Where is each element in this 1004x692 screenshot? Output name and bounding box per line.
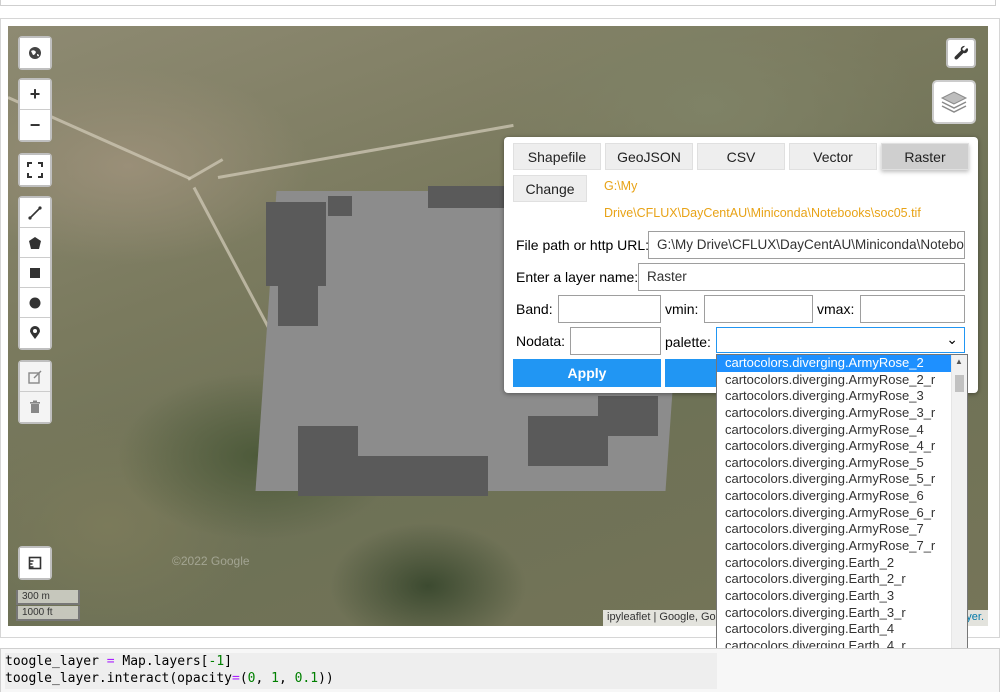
scroll-thumb[interactable] — [955, 375, 964, 392]
layers-icon — [940, 91, 968, 113]
fullscreen-control[interactable] — [18, 153, 52, 187]
draw-polyline-icon[interactable] — [20, 198, 50, 228]
palette-option[interactable]: cartocolors.diverging.Earth_4 — [717, 621, 951, 638]
palette-option[interactable]: cartocolors.diverging.Earth_3 — [717, 588, 951, 605]
nodata-input[interactable] — [570, 327, 661, 355]
zoom-in-button[interactable]: + — [20, 80, 50, 110]
draw-marker-icon[interactable] — [20, 318, 50, 348]
code-editor[interactable]: toogle_layer = Map.layers[-1] toogle_lay… — [5, 653, 717, 689]
globe-icon[interactable] — [20, 38, 50, 68]
delete-layers-icon[interactable] — [20, 392, 50, 422]
scale-metric: 300 m — [16, 590, 80, 605]
palette-option[interactable]: cartocolors.diverging.ArmyRose_6 — [717, 488, 951, 505]
chevron-down-icon: ⌄ — [946, 331, 958, 347]
code-line-2: toogle_layer.interact(opacity=(0, 1, 0.1… — [5, 671, 334, 686]
palette-option[interactable]: cartocolors.diverging.ArmyRose_4_r — [717, 438, 951, 455]
palette-option[interactable]: cartocolors.diverging.Earth_2 — [717, 555, 951, 572]
wrench-icon — [954, 45, 969, 60]
edit-toolbar — [18, 360, 52, 424]
vmin-input[interactable] — [704, 295, 813, 323]
band-label: Band: — [516, 301, 553, 317]
layer-name-label: Enter a layer name: — [516, 269, 639, 285]
scale-imperial: 1000 ft — [16, 606, 80, 621]
tab-shapefile[interactable]: Shapefile — [513, 143, 601, 170]
vmax-input[interactable] — [860, 295, 965, 323]
vmin-label: vmin: — [665, 301, 699, 317]
palette-option[interactable]: cartocolors.diverging.ArmyRose_2 — [717, 355, 951, 372]
palette-option[interactable]: cartocolors.diverging.ArmyRose_5 — [717, 455, 951, 472]
palette-option[interactable]: cartocolors.diverging.ArmyRose_7_r — [717, 538, 951, 555]
selected-path-line2: Drive\CFLUX\DayCentAU\Miniconda\Notebook… — [604, 206, 921, 220]
map-watermark: ©2022 Google — [172, 554, 250, 568]
palette-select[interactable]: ⌄ — [716, 327, 965, 353]
layers-control[interactable] — [932, 80, 976, 124]
fullscreen-icon[interactable] — [20, 155, 50, 185]
zoom-control: + − — [18, 78, 52, 142]
zoom-out-button[interactable]: − — [20, 110, 50, 140]
palette-label: palette: — [665, 334, 711, 350]
code-cell[interactable]: toogle_layer = Map.layers[-1] toogle_lay… — [0, 648, 1000, 692]
change-file-button[interactable]: Change — [513, 175, 587, 202]
apply-button[interactable]: Apply — [513, 359, 661, 387]
toolbar-toggle[interactable] — [946, 38, 976, 68]
tab-csv[interactable]: CSV — [697, 143, 785, 170]
attribution-text: ipyleaflet | Google, Go — [607, 611, 716, 623]
map-road — [217, 123, 514, 179]
ruler-icon[interactable] — [20, 548, 50, 578]
palette-option[interactable]: cartocolors.diverging.ArmyRose_4 — [717, 422, 951, 439]
file-path-input[interactable]: G:\My Drive\CFLUX\DayCentAU\Miniconda\No… — [648, 231, 965, 259]
tab-geojson[interactable]: GeoJSON — [605, 143, 693, 170]
palette-option[interactable]: cartocolors.diverging.ArmyRose_6_r — [717, 505, 951, 522]
code-line-1: toogle_layer = Map.layers[-1] — [5, 654, 232, 669]
palette-option[interactable]: cartocolors.diverging.Earth_2_r — [717, 571, 951, 588]
palette-option[interactable]: cartocolors.diverging.ArmyRose_3 — [717, 388, 951, 405]
draw-rectangle-icon[interactable] — [20, 258, 50, 288]
scroll-up-icon[interactable]: ▲ — [955, 357, 963, 366]
attribution-link[interactable]: yer. — [966, 611, 984, 623]
palette-option[interactable]: cartocolors.diverging.ArmyRose_2_r — [717, 372, 951, 389]
selected-path-line1: G:\My — [604, 179, 638, 193]
palette-option-list: cartocolors.diverging.ArmyRose_2 cartocol… — [717, 355, 951, 687]
palette-option[interactable]: cartocolors.diverging.Earth_3_r — [717, 605, 951, 622]
palette-option[interactable]: cartocolors.diverging.ArmyRose_7 — [717, 521, 951, 538]
measure-control[interactable] — [18, 546, 52, 580]
band-input[interactable] — [558, 295, 661, 323]
palette-dropdown[interactable]: cartocolors.diverging.ArmyRose_2 cartocol… — [716, 354, 968, 688]
dropdown-scrollbar[interactable]: ▲ ▼ — [951, 355, 967, 687]
palette-option[interactable]: cartocolors.diverging.ArmyRose_3_r — [717, 405, 951, 422]
previous-output-cell — [0, 0, 996, 6]
draw-circle-icon[interactable] — [20, 288, 50, 318]
nodata-label: Nodata: — [516, 333, 566, 349]
tab-raster[interactable]: Raster — [881, 143, 969, 170]
file-path-label: File path or http URL: — [516, 237, 650, 253]
draw-polygon-icon[interactable] — [20, 228, 50, 258]
draw-toolbar — [18, 196, 52, 350]
tab-vector[interactable]: Vector — [789, 143, 877, 170]
globe-control[interactable] — [18, 36, 52, 70]
vmax-label: vmax: — [817, 301, 855, 317]
palette-option[interactable]: cartocolors.diverging.ArmyRose_5_r — [717, 471, 951, 488]
edit-layers-icon[interactable] — [20, 362, 50, 392]
layer-name-input[interactable]: Raster — [638, 263, 965, 291]
